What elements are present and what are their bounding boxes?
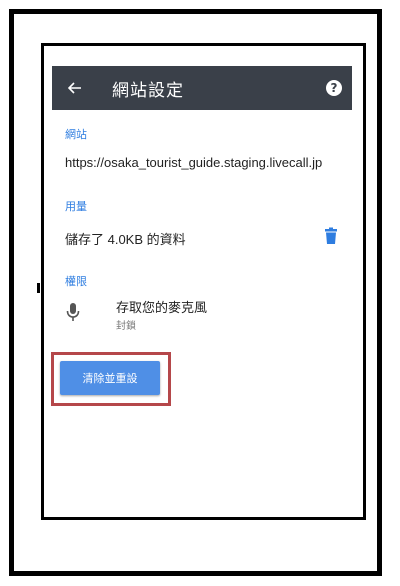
frame-tick-mark — [37, 283, 40, 293]
stored-data-text: 儲存了 4.0KB 的資料 — [65, 232, 186, 247]
usage-section-label: 用量 — [65, 200, 87, 213]
permission-title: 存取您的麥克風 — [116, 301, 208, 316]
permission-item-microphone[interactable]: 存取您的麥克風 封鎖 — [52, 293, 352, 337]
site-section-label: 網站 — [65, 128, 87, 141]
microphone-icon — [66, 303, 80, 321]
clear-and-reset-button[interactable]: 清除並重設 — [60, 361, 160, 395]
arrow-back-icon — [68, 82, 81, 94]
phone-screen: 網站設定 ? 網站 https://osaka_tourist_guide.st… — [41, 43, 366, 520]
permission-status: 封鎖 — [116, 321, 136, 332]
trash-icon — [325, 227, 337, 244]
page-title: 網站設定 — [112, 80, 184, 101]
permissions-section-label: 權限 — [65, 275, 87, 288]
back-button[interactable] — [52, 66, 98, 110]
site-url: https://osaka_tourist_guide.staging.live… — [65, 155, 323, 170]
help-glyph: ? — [330, 81, 338, 95]
app-toolbar: 網站設定 ? — [52, 66, 352, 110]
help-circle-icon[interactable]: ? — [326, 80, 342, 96]
delete-data-button[interactable] — [324, 227, 338, 245]
